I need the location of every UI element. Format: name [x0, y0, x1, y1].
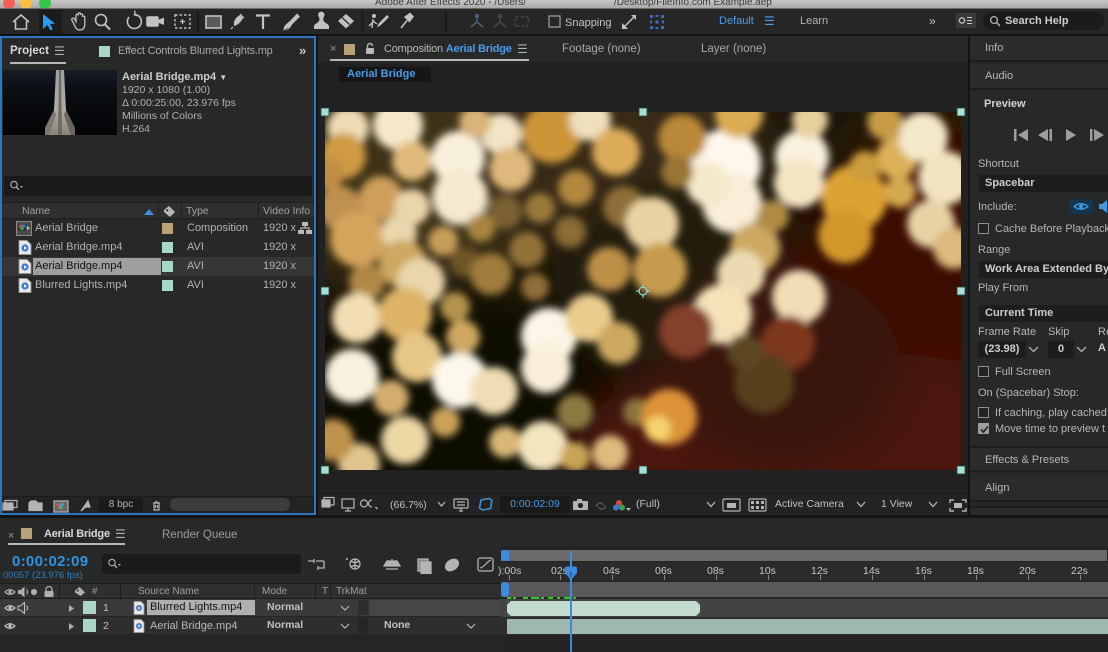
svg-text:(66.7%): (66.7%): [390, 499, 427, 511]
svg-text:Snapping: Snapping: [565, 17, 612, 29]
